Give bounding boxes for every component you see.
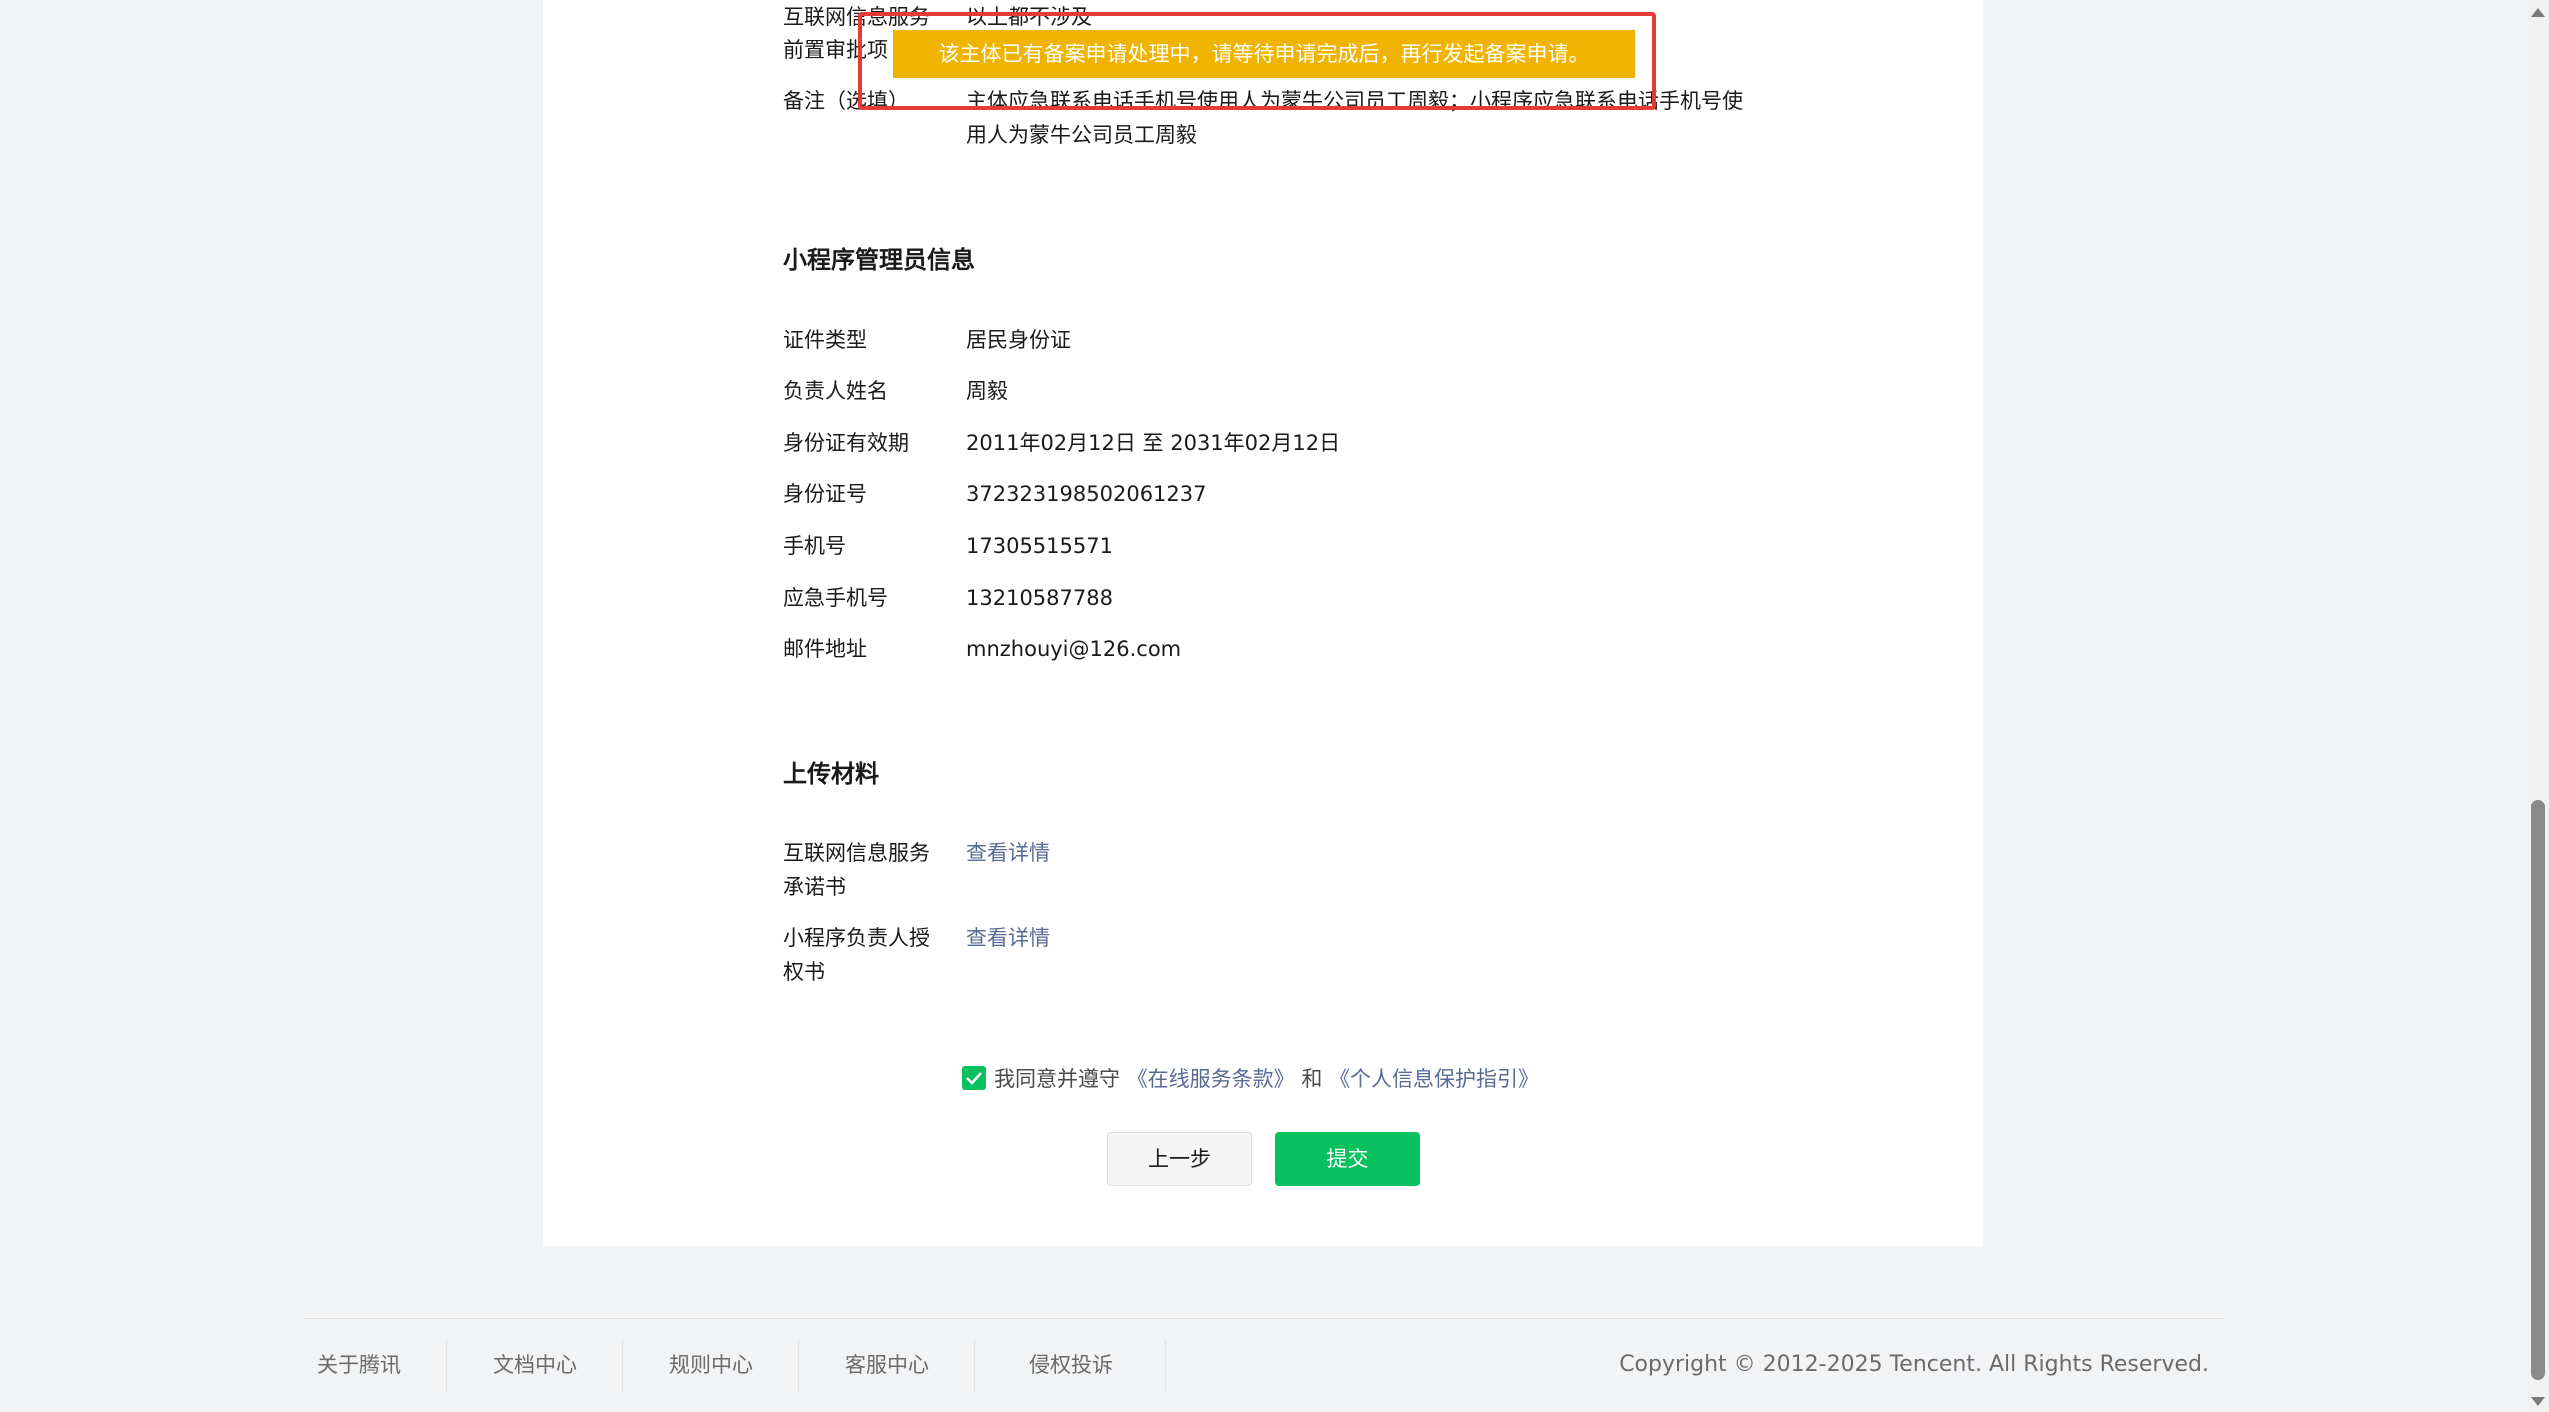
footer-link-about[interactable]: 关于腾讯 [317, 1348, 401, 1382]
scroll-up-arrow-icon[interactable] [2531, 8, 2545, 17]
footer-separator [446, 1340, 447, 1392]
footer-link-service[interactable]: 客服中心 [845, 1348, 929, 1382]
highlight-box [858, 12, 1656, 110]
scrollbar[interactable] [2527, 0, 2549, 1412]
view-details-link[interactable]: 查看详情 [966, 921, 1766, 955]
field-value: 17305515571 [966, 534, 1113, 558]
field-label: 小程序负责人授权书 [783, 926, 930, 984]
field-label: 身份证有效期 [783, 431, 909, 455]
terms-link[interactable]: 《在线服务条款》 [1127, 1067, 1295, 1091]
footer-separator [1165, 1340, 1166, 1392]
agreement-text: 我同意并遵守 [994, 1067, 1120, 1091]
field-value: 居民身份证 [966, 328, 1071, 352]
submit-button[interactable]: 提交 [1275, 1132, 1420, 1186]
view-details-link[interactable]: 查看详情 [966, 836, 1766, 870]
footer-link-rules[interactable]: 规则中心 [669, 1348, 753, 1382]
field-label: 邮件地址 [783, 637, 867, 661]
field-value: mnzhouyi@126.com [966, 637, 1182, 661]
form-card [543, 0, 1983, 1246]
field-label: 互联网信息服务承诺书 [783, 841, 930, 899]
field-value: 周毅 [966, 379, 1008, 403]
section-title-admin: 小程序管理员信息 [783, 246, 975, 274]
footer-separator [622, 1340, 623, 1392]
footer-separator [974, 1340, 975, 1392]
copyright: Copyright © 2012-2025 Tencent. All Right… [1619, 1352, 2209, 1377]
privacy-link[interactable]: 《个人信息保护指引》 [1329, 1067, 1539, 1091]
field-label: 负责人姓名 [783, 379, 888, 403]
footer-link-complaint[interactable]: 侵权投诉 [1029, 1348, 1113, 1382]
field-label: 身份证号 [783, 482, 867, 506]
prev-button[interactable]: 上一步 [1107, 1132, 1252, 1186]
check-icon [966, 1072, 982, 1085]
footer-link-docs[interactable]: 文档中心 [493, 1348, 577, 1382]
scroll-down-arrow-icon[interactable] [2531, 1397, 2545, 1406]
field-value: 2011年02月12日 至 2031年02月12日 [966, 431, 1341, 455]
section-title-upload: 上传材料 [783, 760, 879, 788]
field-value: 13210587788 [966, 586, 1113, 610]
scroll-thumb[interactable] [2531, 800, 2545, 1380]
footer-divider [303, 1318, 2225, 1319]
field-value: 372323198502061237 [966, 482, 1207, 506]
field-label: 证件类型 [783, 328, 867, 352]
field-label: 手机号 [783, 534, 846, 558]
agree-checkbox[interactable] [962, 1066, 986, 1090]
page: 互联网信息服务 以上都不涉及 前置审批项 备注（选填） 主体应急联系电话手机号使… [0, 0, 2549, 1412]
agreement: 我同意并遵守 《在线服务条款》 和 《个人信息保护指引》 [962, 1062, 1539, 1096]
footer-separator [798, 1340, 799, 1392]
agreement-conjunction: 和 [1301, 1067, 1323, 1091]
field-label: 应急手机号 [783, 586, 888, 610]
